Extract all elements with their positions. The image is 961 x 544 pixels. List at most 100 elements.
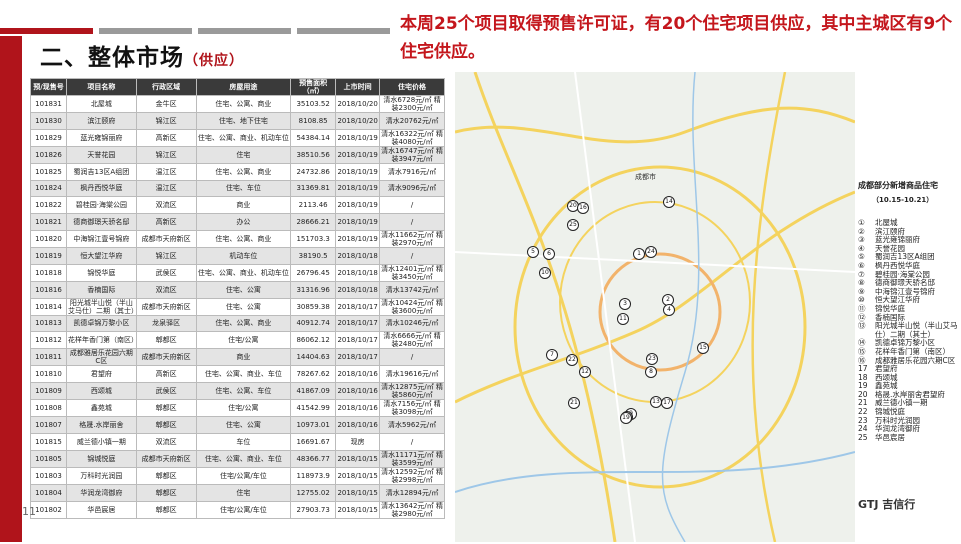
- map-marker[interactable]: 23: [646, 353, 658, 365]
- supply-table: 预/现售号 项目名称 行政区域 房屋用途 预售面积（㎡） 上市时间 住宅价格 101831 北…: [30, 78, 445, 519]
- table-row: 101808 鑫苑城 郫都区 住宅/公寓 41542.99 2018/10/16 清水715…: [30, 399, 445, 418]
- table-cell: 2018/10/19: [335, 196, 381, 215]
- legend-item: ③ 蓝光雍锦丽府: [858, 236, 961, 245]
- table-cell: 北屋城: [65, 95, 137, 113]
- map-marker[interactable]: 21: [568, 397, 580, 409]
- table-cell: 10973.01: [290, 416, 337, 434]
- city-map[interactable]: 成都市 20 16 25 14 24 1 5 6 10 3 2 4 11 15 7 22 12 23 8 13 17 21…: [455, 72, 855, 542]
- table-cell: 清水13742元/㎡: [379, 280, 445, 299]
- table-row: 101830 滨江颐府 锦江区 住宅、地下住宅 8108.85 2018/10/20 清水2…: [30, 112, 445, 130]
- legend-item: 18 西颂城: [858, 373, 961, 383]
- table-cell: 温江区: [135, 179, 197, 198]
- table-cell: 花样年香门第（南区）: [65, 331, 138, 350]
- map-marker[interactable]: 1: [633, 248, 645, 260]
- table-cell: 28666.21: [290, 213, 337, 231]
- table-cell: 2018/10/16: [335, 365, 381, 384]
- table-cell: 30859.38: [290, 297, 337, 316]
- table-cell: 2018/10/15: [335, 483, 381, 502]
- table-cell: 住宅、公寓、商业: [195, 95, 292, 113]
- map-marker[interactable]: 3: [619, 298, 631, 310]
- table-cell: 枫丹西悦华庭: [65, 179, 137, 198]
- table-cell: 2018/10/18: [335, 246, 381, 265]
- table-cell: 101819: [30, 246, 67, 265]
- table-cell: 清水6728元/㎡ 精装2300元/㎡: [379, 95, 445, 113]
- table-cell: 2018/10/16: [335, 416, 381, 434]
- table-cell: 清水20762元/㎡: [379, 112, 445, 130]
- map-marker[interactable]: 12: [579, 366, 591, 378]
- city-label: 成都市: [635, 173, 656, 181]
- table-cell: 2018/10/19: [335, 162, 381, 181]
- map-marker[interactable]: 7: [546, 349, 558, 361]
- table-cell: 2018/10/15: [335, 449, 381, 468]
- table-cell: 101825: [30, 162, 67, 181]
- table-cell: 锦江区: [135, 112, 197, 130]
- table-row: 101810 君望府 高新区 住宅、公寓、商业、车位 78267.62 2018/10/1…: [30, 365, 445, 384]
- column-header: 预售面积（㎡）: [290, 78, 337, 96]
- map-marker[interactable]: 5: [527, 246, 539, 258]
- table-cell: 101829: [30, 128, 67, 147]
- table-cell: 郫都区: [135, 483, 197, 502]
- map-marker[interactable]: 19: [620, 412, 632, 424]
- table-cell: 郫都区: [135, 416, 197, 434]
- table-cell: 住宅/公寓: [195, 399, 292, 418]
- map-marker[interactable]: 15: [697, 342, 709, 354]
- table-cell: 24732.86: [290, 162, 337, 181]
- column-header: 项目名称: [65, 78, 137, 96]
- legend-list: ① 北屋城 ② 滨江颐府 ③ 蓝光雍锦丽府 ④ 天誉花园 ⑤ 蜀润吉13区A组团 ⑥ 枫丹西悦华庭 ⑦ 碧…: [858, 218, 961, 442]
- map-marker[interactable]: 22: [566, 354, 578, 366]
- table-cell: 成都市天府新区: [135, 348, 197, 367]
- table-cell: 住宅、公寓、商业: [195, 162, 292, 181]
- table-cell: 101815: [30, 432, 67, 451]
- legend-item: ⑯ 成都雅居乐花园六期C区: [858, 356, 961, 366]
- table-cell: 清水13642元/㎡ 精装2980元/㎡: [379, 500, 445, 519]
- column-header: 上市时间: [335, 78, 381, 96]
- table-cell: 41867.09: [290, 382, 337, 401]
- map-marker[interactable]: 17: [661, 397, 673, 409]
- table-cell: 101818: [30, 263, 67, 282]
- table-cell: 2018/10/19: [335, 229, 381, 248]
- map-marker[interactable]: 8: [645, 366, 657, 378]
- table-cell: 2018/10/19: [335, 179, 381, 198]
- table-cell: 54384.14: [290, 128, 337, 147]
- map-marker[interactable]: 4: [663, 304, 675, 316]
- legend-item: ⑬ 阳光城半山悦（半山艾马仕）二期（其士）: [858, 321, 961, 339]
- table-cell: 2018/10/17: [335, 348, 381, 367]
- table-cell: 101814: [30, 297, 67, 316]
- page-title: 二、整体市场（供应）: [40, 38, 244, 72]
- map-marker[interactable]: 10: [539, 267, 551, 279]
- map-marker[interactable]: 16: [577, 202, 589, 214]
- map-marker[interactable]: 11: [617, 313, 629, 325]
- table-cell: 101812: [30, 331, 67, 350]
- table-cell: 成都市天府新区: [135, 297, 197, 316]
- legend-item-label: 阳光城半山悦（半山艾马仕）二期（其士）: [875, 321, 958, 339]
- table-cell: 86062.12: [290, 331, 337, 350]
- map-marker[interactable]: 24: [645, 246, 657, 258]
- table-cell: 78267.62: [290, 365, 337, 384]
- map-marker[interactable]: 14: [663, 196, 675, 208]
- table-cell: 双流区: [135, 432, 197, 451]
- table-cell: 2018/10/18: [335, 280, 381, 299]
- table-cell: 锦悦华庭: [65, 263, 137, 282]
- table-cell: 清水6666元/㎡ 精装2480元/㎡: [379, 331, 445, 350]
- map-marker[interactable]: 25: [567, 219, 579, 231]
- page-number: 11: [22, 505, 36, 518]
- legend-date-range: （10.15-10.21）: [872, 196, 934, 204]
- map-marker[interactable]: 6: [543, 248, 555, 260]
- table-cell: 清水16747元/㎡ 精装3947元/㎡: [379, 145, 445, 164]
- table-cell: 德商御璟天骄名邸: [65, 213, 137, 231]
- map-background: [455, 72, 855, 542]
- table-header-row: 预/现售号 项目名称 行政区域 房屋用途 预售面积（㎡） 上市时间 住宅价格: [30, 78, 445, 96]
- legend-title: 成都部分新增商品住宅: [858, 181, 938, 190]
- table-cell: 住宅、公寓、车位: [195, 382, 292, 401]
- table-body: 101831 北屋城 金牛区 住宅、公寓、商业 35103.52 2018/10/20 清水…: [30, 95, 445, 519]
- table-cell: 清水12592元/㎡ 精装2998元/㎡: [379, 466, 445, 485]
- table-cell: 凯德卓锦万黎小区: [65, 314, 137, 333]
- table-cell: 金牛区: [135, 95, 197, 113]
- table-cell: 锦江区: [135, 145, 197, 164]
- legend-item: 17 君望府: [858, 364, 961, 374]
- table-cell: 101808: [30, 399, 67, 418]
- table-cell: 38510.56: [290, 145, 337, 164]
- table-cell: 机动车位: [195, 246, 292, 265]
- table-row: 101822 碧桂园·海棠公园 双流区 商业 2113.46 2018/10/19/: [30, 196, 445, 215]
- table-cell: 2018/10/19: [335, 128, 381, 147]
